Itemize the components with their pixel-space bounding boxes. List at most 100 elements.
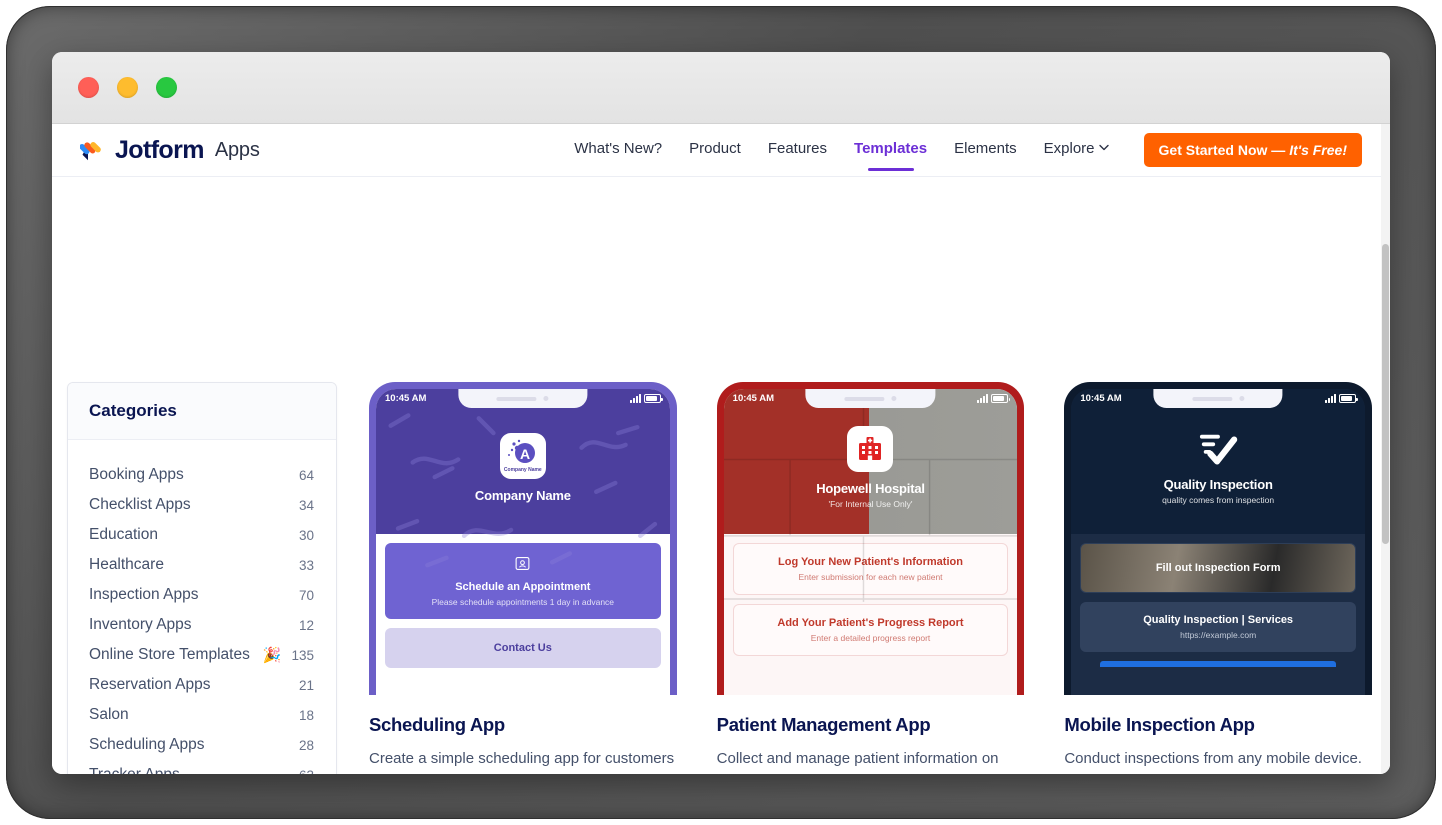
page-scrollbar-thumb[interactable] bbox=[1382, 244, 1389, 544]
svg-text:A: A bbox=[520, 446, 530, 462]
app-tile-quality-inspection-services[interactable]: Quality Inspection | Services https://ex… bbox=[1080, 602, 1356, 652]
site-header: Jotform Apps What's New? Product Feature… bbox=[52, 124, 1390, 177]
category-count: 12 bbox=[299, 618, 314, 633]
signal-icon bbox=[977, 394, 988, 403]
categories-title: Categories bbox=[68, 383, 336, 440]
tile-title: Quality Inspection | Services bbox=[1086, 614, 1350, 626]
category-label: Salon bbox=[89, 706, 289, 724]
brand-product: Apps bbox=[215, 139, 260, 162]
tile-title: Contact Us bbox=[391, 642, 655, 654]
category-label: Scheduling Apps bbox=[89, 736, 289, 754]
sidebar-item-education[interactable]: Education 30 bbox=[68, 520, 336, 550]
category-count: 64 bbox=[299, 468, 314, 483]
status-time: 10:45 AM bbox=[385, 393, 426, 404]
phone-screen: 10:45 AM bbox=[1071, 389, 1365, 695]
template-cards-grid: 10:45 AM bbox=[369, 382, 1372, 774]
tile-subtitle: Please schedule appointments 1 day in ad… bbox=[391, 597, 655, 607]
category-label: Inventory Apps bbox=[89, 616, 289, 634]
category-count: 33 bbox=[299, 558, 314, 573]
category-label: Education bbox=[89, 526, 289, 544]
category-count: 28 bbox=[299, 738, 314, 753]
app-logo bbox=[847, 426, 893, 472]
tile-title: Add Your Patient's Progress Report bbox=[740, 617, 1002, 629]
phone-notch bbox=[806, 389, 935, 408]
app-hero: Quality Inspection quality comes from in… bbox=[1071, 389, 1365, 534]
sidebar-item-booking-apps[interactable]: Booking Apps 64 bbox=[68, 460, 336, 490]
tile-title: Fill out Inspection Form bbox=[1087, 562, 1349, 574]
sidebar-item-scheduling-apps[interactable]: Scheduling Apps 28 bbox=[68, 730, 336, 760]
brand-name: Jotform bbox=[115, 136, 204, 165]
card-description: Conduct inspections from any mobile devi… bbox=[1064, 747, 1372, 774]
sidebar-item-checklist-apps[interactable]: Checklist Apps 34 bbox=[68, 490, 336, 520]
app-preview-patient-management[interactable]: 10:45 AM bbox=[717, 382, 1025, 695]
app-tile-contact-us[interactable]: Contact Us bbox=[385, 628, 661, 668]
primary-navigation: What's New? Product Features Templates E… bbox=[574, 133, 1362, 167]
categories-sidebar: Categories Booking Apps 64 Checklist App… bbox=[67, 382, 337, 774]
sidebar-item-tracker-apps[interactable]: Tracker Apps 63 bbox=[68, 760, 336, 774]
nav-item-features[interactable]: Features bbox=[768, 140, 827, 160]
app-logo-caption: Company Name bbox=[504, 467, 542, 473]
app-tiles: Fill out Inspection Form Quality Inspect… bbox=[1071, 534, 1365, 667]
confetti-pattern bbox=[376, 389, 670, 595]
get-started-button[interactable]: Get Started Now — It's Free! bbox=[1144, 133, 1362, 167]
nav-item-elements[interactable]: Elements bbox=[954, 140, 1017, 160]
card-title: Scheduling App bbox=[369, 714, 677, 736]
sidebar-item-inspection-apps[interactable]: Inspection Apps 70 bbox=[68, 580, 336, 610]
app-tile-add-progress-report[interactable]: Add Your Patient's Progress Report Enter… bbox=[733, 604, 1009, 656]
status-time: 10:45 AM bbox=[1080, 393, 1121, 404]
nav-item-templates[interactable]: Templates bbox=[854, 140, 927, 160]
nav-item-whats-new[interactable]: What's New? bbox=[574, 140, 662, 160]
maximize-window-button[interactable] bbox=[156, 77, 177, 98]
cta-label: Get Started Now — bbox=[1159, 142, 1290, 158]
app-tile-partial[interactable] bbox=[1100, 661, 1336, 667]
card-description: Create a simple scheduling app for custo… bbox=[369, 747, 677, 774]
main-content: Categories Booking Apps 64 Checklist App… bbox=[52, 177, 1390, 774]
card-title: Patient Management App bbox=[717, 714, 1025, 736]
category-label: Inspection Apps bbox=[89, 586, 289, 604]
tile-subtitle: https://example.com bbox=[1086, 630, 1350, 640]
close-window-button[interactable] bbox=[78, 77, 99, 98]
checklist-check-icon bbox=[1197, 431, 1239, 469]
app-tile-fill-inspection-form[interactable]: Fill out Inspection Form bbox=[1080, 543, 1356, 593]
app-preview-scheduling[interactable]: 10:45 AM bbox=[369, 382, 677, 695]
brand-logo[interactable]: Jotform Apps bbox=[80, 136, 260, 165]
jotform-logo-icon bbox=[80, 137, 106, 163]
speaker-icon bbox=[844, 397, 884, 401]
phone-screen: 10:45 AM bbox=[376, 389, 670, 695]
category-label: Online Store Templates bbox=[89, 646, 256, 664]
template-card-mobile-inspection-app[interactable]: 10:45 AM bbox=[1064, 382, 1372, 774]
category-count: 63 bbox=[299, 768, 314, 775]
chevron-down-icon bbox=[1099, 143, 1109, 154]
category-count: 70 bbox=[299, 588, 314, 603]
nav-item-explore[interactable]: Explore bbox=[1044, 140, 1109, 160]
category-count: 21 bbox=[299, 678, 314, 693]
app-hero: A Company Name Company Na bbox=[376, 389, 670, 534]
sidebar-item-online-store-templates[interactable]: Online Store Templates 🎉 135 bbox=[68, 640, 336, 670]
category-label: Healthcare bbox=[89, 556, 289, 574]
category-label: Tracker Apps bbox=[89, 766, 289, 774]
page-scrollbar[interactable] bbox=[1381, 124, 1390, 774]
camera-icon bbox=[1239, 396, 1244, 401]
app-hero: Hopewell Hospital 'For Internal Use Only… bbox=[724, 389, 1018, 534]
sidebar-item-inventory-apps[interactable]: Inventory Apps 12 bbox=[68, 610, 336, 640]
sidebar-item-reservation-apps[interactable]: Reservation Apps 21 bbox=[68, 670, 336, 700]
template-card-scheduling-app[interactable]: 10:45 AM bbox=[369, 382, 677, 774]
app-preview-mobile-inspection[interactable]: 10:45 AM bbox=[1064, 382, 1372, 695]
sidebar-item-salon[interactable]: Salon 18 bbox=[68, 700, 336, 730]
browser-window: Jotform Apps What's New? Product Feature… bbox=[52, 52, 1390, 774]
brick-wall-texture bbox=[724, 389, 1018, 602]
card-title: Mobile Inspection App bbox=[1064, 714, 1372, 736]
template-card-patient-management-app[interactable]: 10:45 AM bbox=[717, 382, 1025, 774]
category-count: 34 bbox=[299, 498, 314, 513]
camera-icon bbox=[891, 396, 896, 401]
categories-list: Booking Apps 64 Checklist Apps 34 Educat… bbox=[68, 440, 336, 774]
sidebar-item-healthcare[interactable]: Healthcare 33 bbox=[68, 550, 336, 580]
nav-item-product[interactable]: Product bbox=[689, 140, 741, 160]
phone-screen: 10:45 AM bbox=[724, 389, 1018, 695]
phone-notch bbox=[458, 389, 587, 408]
card-description: Collect and manage patient information o… bbox=[717, 747, 1025, 774]
battery-icon bbox=[991, 394, 1008, 403]
window-titlebar bbox=[52, 52, 1390, 124]
category-label: Reservation Apps bbox=[89, 676, 289, 694]
minimize-window-button[interactable] bbox=[117, 77, 138, 98]
